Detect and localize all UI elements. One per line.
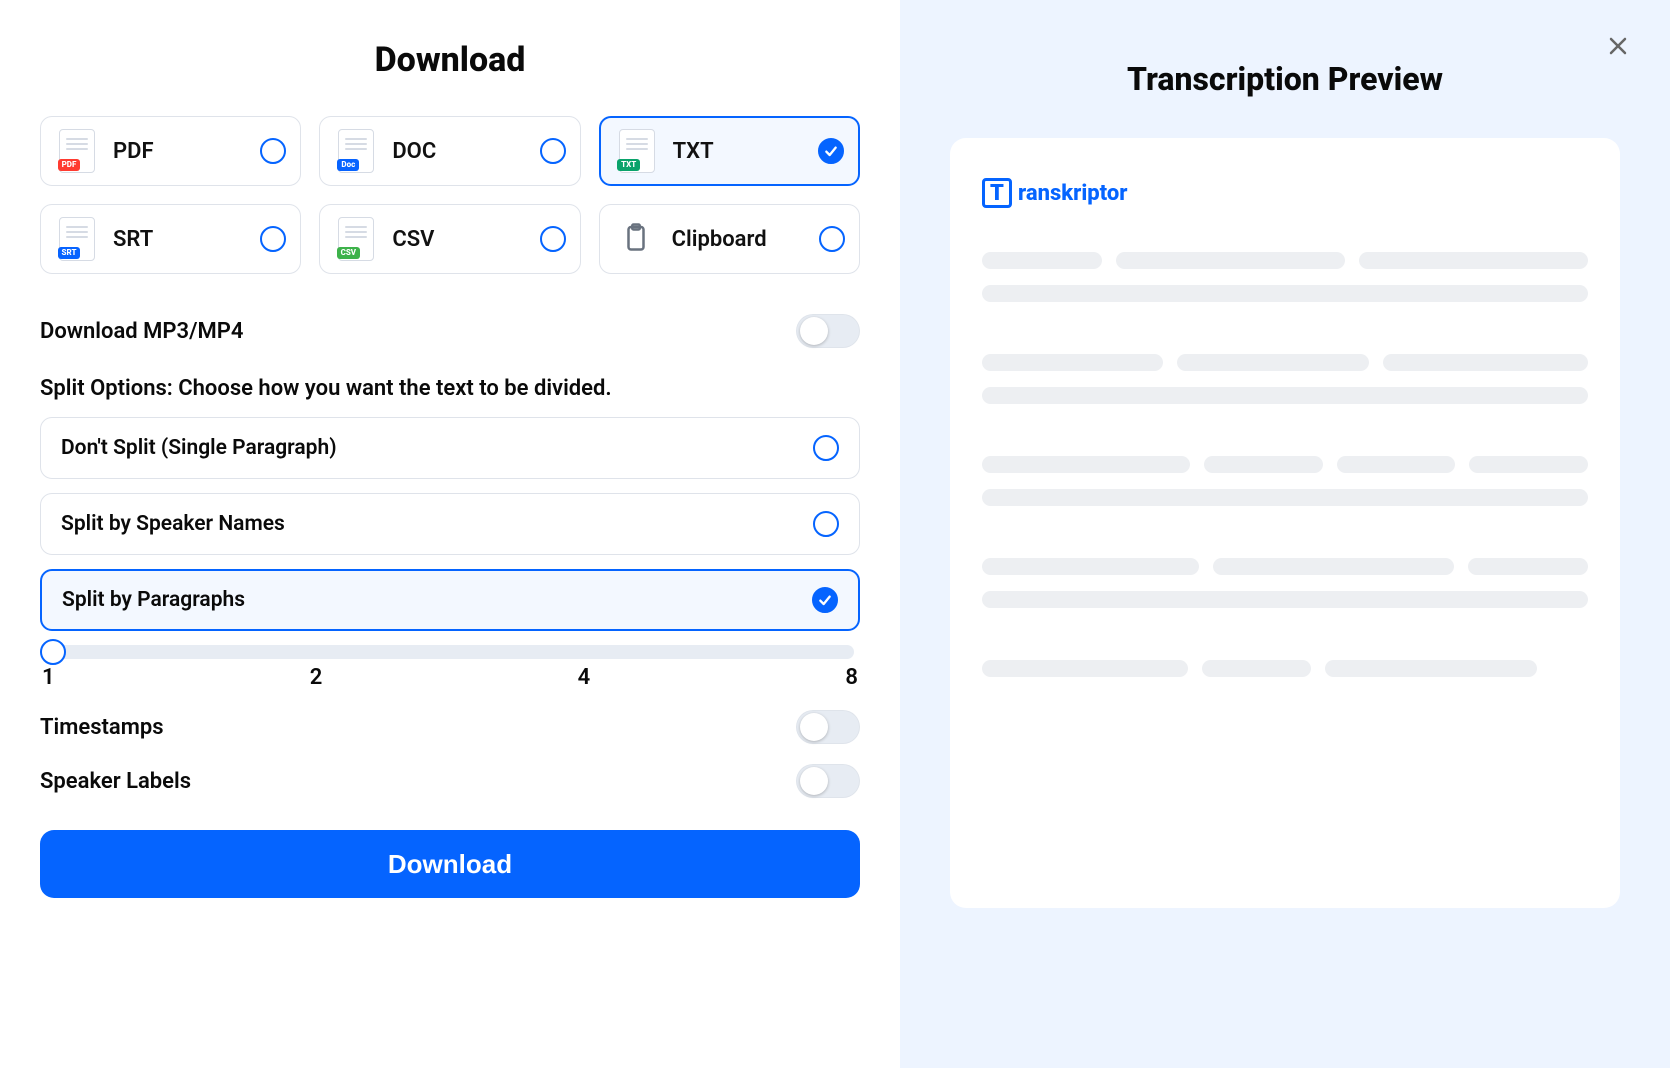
format-radio[interactable] [540,226,566,252]
format-option-pdf[interactable]: PDF PDF [40,116,301,186]
format-radio[interactable] [819,226,845,252]
split-radio[interactable] [813,511,839,537]
skeleton-line [982,558,1199,575]
file-txt-icon: TXT [619,129,655,173]
file-pdf-icon: PDF [59,129,95,173]
split-radio[interactable] [812,587,838,613]
format-radio[interactable] [540,138,566,164]
preview-skeleton-block [982,456,1588,506]
format-label: DOC [392,139,525,164]
format-radio[interactable] [260,138,286,164]
download-media-row: Download MP3/MP4 [40,304,860,358]
skeleton-line [1325,660,1537,677]
format-label: SRT [113,227,246,252]
skeleton-line [982,252,1102,269]
format-grid: PDF PDF Doc DOC TXT TXT SRT SRT CSV CSV Clipboard [40,116,860,274]
split-option-label: Split by Speaker Names [61,512,285,536]
timestamps-toggle[interactable] [796,710,860,744]
format-option-clipboard[interactable]: Clipboard [599,204,860,274]
skeleton-line [982,660,1188,677]
download-media-label: Download MP3/MP4 [40,319,243,344]
brand-icon: T [982,178,1012,208]
preview-skeleton-block [982,660,1588,677]
preview-skeleton-block [982,558,1588,608]
file-srt-icon: SRT [59,217,95,261]
brand-text: ranskriptor [1018,181,1127,206]
format-label: TXT [673,139,804,164]
split-radio[interactable] [813,435,839,461]
paragraph-slider: 1 2 4 8 [40,645,860,690]
skeleton-line [1202,660,1311,677]
split-options-label: Split Options: Choose how you want the t… [40,376,860,401]
format-radio[interactable] [818,138,844,164]
skeleton-line [1468,558,1588,575]
format-label: Clipboard [672,227,805,252]
skeleton-line [982,456,1190,473]
preview-title: Transcription Preview [950,60,1620,98]
format-option-doc[interactable]: Doc DOC [319,116,580,186]
slider-tick: 8 [845,665,858,690]
format-label: PDF [113,139,246,164]
file-csv-icon: CSV [338,217,374,261]
brand-logo: Transkriptor [982,178,1588,208]
preview-card: Transkriptor [950,138,1620,908]
speaker-labels-toggle[interactable] [796,764,860,798]
preview-skeleton-block [982,252,1588,302]
clipboard-icon [621,220,651,258]
skeleton-line [982,387,1588,404]
split-option-0[interactable]: Don't Split (Single Paragraph) [40,417,860,479]
slider-tick: 1 [42,665,55,690]
split-option-label: Don't Split (Single Paragraph) [61,436,337,460]
skeleton-line [982,489,1588,506]
slider-tick: 4 [578,665,591,690]
paragraph-slider-track[interactable] [46,645,854,659]
format-option-txt[interactable]: TXT TXT [599,116,860,186]
paragraph-slider-thumb[interactable] [40,639,66,665]
slider-tick: 2 [310,665,323,690]
format-radio[interactable] [260,226,286,252]
skeleton-line [982,285,1588,302]
skeleton-line [1177,354,1370,371]
preview-skeleton-block [982,354,1588,404]
skeleton-line [1359,252,1588,269]
skeleton-line [982,354,1163,371]
split-option-1[interactable]: Split by Speaker Names [40,493,860,555]
skeleton-line [1204,456,1323,473]
split-option-2[interactable]: Split by Paragraphs [40,569,860,631]
download-button[interactable]: Download [40,830,860,898]
skeleton-line [1337,456,1456,473]
format-option-srt[interactable]: SRT SRT [40,204,301,274]
speaker-labels-row: Speaker Labels [40,754,860,808]
skeleton-line [1116,252,1345,269]
timestamps-label: Timestamps [40,715,164,740]
skeleton-line [1383,354,1588,371]
speaker-labels-label: Speaker Labels [40,769,191,794]
skeleton-line [1213,558,1454,575]
page-title: Download [40,40,860,80]
skeleton-line [1469,456,1588,473]
format-label: CSV [392,227,525,252]
close-icon[interactable] [1602,30,1634,62]
split-option-label: Split by Paragraphs [62,588,245,612]
format-option-csv[interactable]: CSV CSV [319,204,580,274]
download-media-toggle[interactable] [796,314,860,348]
file-doc-icon: Doc [338,129,374,173]
timestamps-row: Timestamps [40,700,860,754]
skeleton-line [982,591,1588,608]
